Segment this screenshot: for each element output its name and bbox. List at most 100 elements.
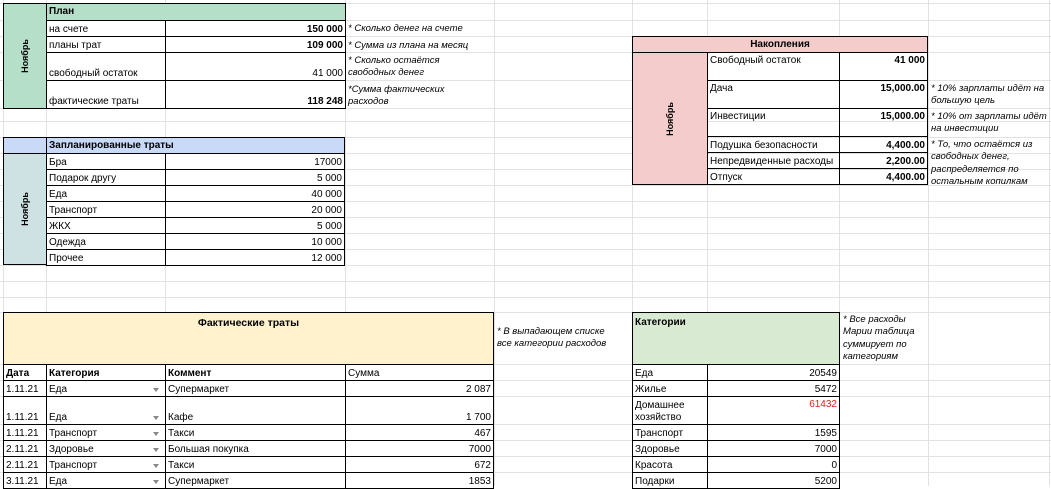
category-row-label[interactable]: Домашнее хозяйство	[632, 396, 708, 425]
savings-title-cell[interactable]: Накопления	[632, 36, 928, 53]
dropdown-arrow-icon[interactable]	[153, 388, 159, 392]
category-row-value[interactable]: 5200	[707, 472, 840, 489]
actual-header-date[interactable]: Дата	[3, 364, 47, 381]
actual-row-sum[interactable]: 7000	[345, 440, 494, 457]
planned-row-value[interactable]: 40 000	[165, 185, 345, 202]
category-row-value[interactable]: 61432	[707, 396, 840, 425]
savings-row-label[interactable]: Свободный остаток	[707, 52, 840, 81]
actual-header-category[interactable]: Категория	[46, 364, 166, 381]
planned-row-label[interactable]: Прочее	[46, 249, 166, 266]
planned-row-label[interactable]: Бра	[46, 153, 166, 170]
planned-row-value[interactable]: 17000	[165, 153, 345, 170]
plan-row-label[interactable]: планы трат	[46, 36, 166, 53]
actual-row-category-select-text: Транспорт	[49, 427, 98, 439]
category-row-value-text: 20549	[809, 367, 837, 379]
actual-row-category-select[interactable]: Еда	[46, 380, 166, 397]
planned-corner-cell[interactable]	[3, 137, 47, 154]
actual-row-date[interactable]: 2.11.21	[3, 440, 47, 457]
actual-row-date[interactable]: 2.11.21	[3, 456, 47, 473]
dropdown-arrow-icon[interactable]	[153, 480, 159, 484]
category-row-label[interactable]: Подарки	[632, 472, 708, 489]
actual-row-date[interactable]: 3.11.21	[3, 472, 47, 489]
plan-row-value[interactable]: 150 000	[165, 20, 346, 37]
planned-row-value[interactable]: 5 000	[165, 169, 345, 186]
dropdown-arrow-icon[interactable]	[153, 464, 159, 468]
savings-row-value[interactable]: 15,000.00	[839, 108, 928, 137]
planned-row-value[interactable]: 10 000	[165, 233, 345, 250]
planned-row-value[interactable]: 12 000	[165, 249, 345, 266]
savings-note-rest: * То, что остаётся из свободных денег, р…	[931, 139, 1033, 188]
actual-row-date[interactable]: 1.11.21	[3, 396, 47, 425]
planned-row-label[interactable]: Одежда	[46, 233, 166, 250]
savings-row-value[interactable]: 4,400.00	[839, 168, 928, 185]
category-row-value[interactable]: 0	[707, 456, 840, 473]
dropdown-arrow-icon[interactable]	[153, 432, 159, 436]
actual-header-comment[interactable]: Коммент	[165, 364, 346, 381]
actual-title-cell[interactable]: Фактические траты	[3, 312, 494, 365]
actual-row-date[interactable]: 1.11.21	[3, 380, 47, 397]
plan-row-value[interactable]: 109 000	[165, 36, 346, 53]
actual-header-sum[interactable]: Сумма	[345, 364, 494, 381]
planned-row-value[interactable]: 20 000	[165, 201, 345, 218]
plan-row-label[interactable]: фактические траты	[46, 80, 166, 109]
planned-row-label[interactable]: Подарок другу	[46, 169, 166, 186]
plan-title-cell[interactable]: План	[46, 3, 346, 21]
category-row-label[interactable]: Здоровье	[632, 440, 708, 457]
actual-row-sum[interactable]: 467	[345, 424, 494, 441]
plan-row-value[interactable]: 41 000	[165, 52, 346, 81]
savings-row-label[interactable]: Отпуск	[707, 168, 840, 185]
actual-row-comment[interactable]: Супермаркет	[165, 380, 346, 397]
categories-title-cell[interactable]: Категории	[632, 312, 840, 365]
actual-row-category-select[interactable]: Еда	[46, 472, 166, 489]
savings-row-label[interactable]: Инвестиции	[707, 108, 840, 137]
dropdown-arrow-icon[interactable]	[153, 448, 159, 452]
actual-row-sum[interactable]: 1 700	[345, 396, 494, 425]
actual-row-sum[interactable]: 672	[345, 456, 494, 473]
plan-row-value[interactable]: 118 248	[165, 80, 346, 109]
planned-row-label[interactable]: ЖКХ	[46, 217, 166, 234]
plan-row-label[interactable]: свободный остаток	[46, 52, 166, 81]
category-row-value[interactable]: 1595	[707, 424, 840, 441]
category-row-value-text: 61432	[809, 399, 837, 410]
planned-month-cell[interactable]: Ноябрь	[3, 153, 47, 265]
actual-row-category-select[interactable]: Транспорт	[46, 456, 166, 473]
plan-row-label[interactable]: на счете	[46, 20, 166, 37]
savings-month-cell[interactable]: Ноябрь	[632, 52, 708, 185]
planned-row-label[interactable]: Транспорт	[46, 201, 166, 218]
planned-row-value-text: 10 000	[311, 236, 342, 248]
savings-row-label[interactable]: Непредвиденные расходы	[707, 152, 840, 169]
actual-row-comment[interactable]: Такси	[165, 424, 346, 441]
category-row-value[interactable]: 20549	[707, 364, 840, 381]
planned-row-value[interactable]: 5 000	[165, 217, 345, 234]
actual-row-category-select[interactable]: Здоровье	[46, 440, 166, 457]
actual-row-comment[interactable]: Супермаркет	[165, 472, 346, 489]
category-row-label[interactable]: Красота	[632, 456, 708, 473]
plan-month-cell[interactable]: Ноябрь	[3, 3, 47, 109]
savings-row-value[interactable]: 15,000.00	[839, 80, 928, 109]
category-row-label[interactable]: Еда	[632, 364, 708, 381]
actual-row-category-select[interactable]: Транспорт	[46, 424, 166, 441]
planned-row-label[interactable]: Еда	[46, 185, 166, 202]
actual-row-sum[interactable]: 1853	[345, 472, 494, 489]
savings-row-label[interactable]: Подушка безопасности	[707, 136, 840, 153]
actual-row-category-select-text: Здоровье	[49, 443, 94, 455]
category-row-label[interactable]: Транспорт	[632, 424, 708, 441]
category-row-value[interactable]: 7000	[707, 440, 840, 457]
savings-row-value[interactable]: 2,200.00	[839, 152, 928, 169]
savings-row-value[interactable]: 4,400.00	[839, 136, 928, 153]
savings-row-label[interactable]: Дача	[707, 80, 840, 109]
actual-row-date[interactable]: 1.11.21	[3, 424, 47, 441]
category-row-value[interactable]: 5472	[707, 380, 840, 397]
actual-row-category-select[interactable]: Еда	[46, 396, 166, 425]
planned-title-cell[interactable]: Запланированные траты	[46, 137, 345, 154]
savings-label-text: Подушка безопасности	[710, 139, 818, 151]
dropdown-arrow-icon[interactable]	[153, 416, 159, 420]
category-row-label-text: Жилье	[635, 383, 667, 395]
actual-row-comment[interactable]: Большая покупка	[165, 440, 346, 457]
actual-row-comment[interactable]: Такси	[165, 456, 346, 473]
category-row-label-text: Еда	[635, 367, 654, 379]
savings-row-value[interactable]: 41 000	[839, 52, 928, 81]
actual-row-sum[interactable]: 2 087	[345, 380, 494, 397]
category-row-label[interactable]: Жилье	[632, 380, 708, 397]
actual-row-comment[interactable]: Кафе	[165, 396, 346, 425]
